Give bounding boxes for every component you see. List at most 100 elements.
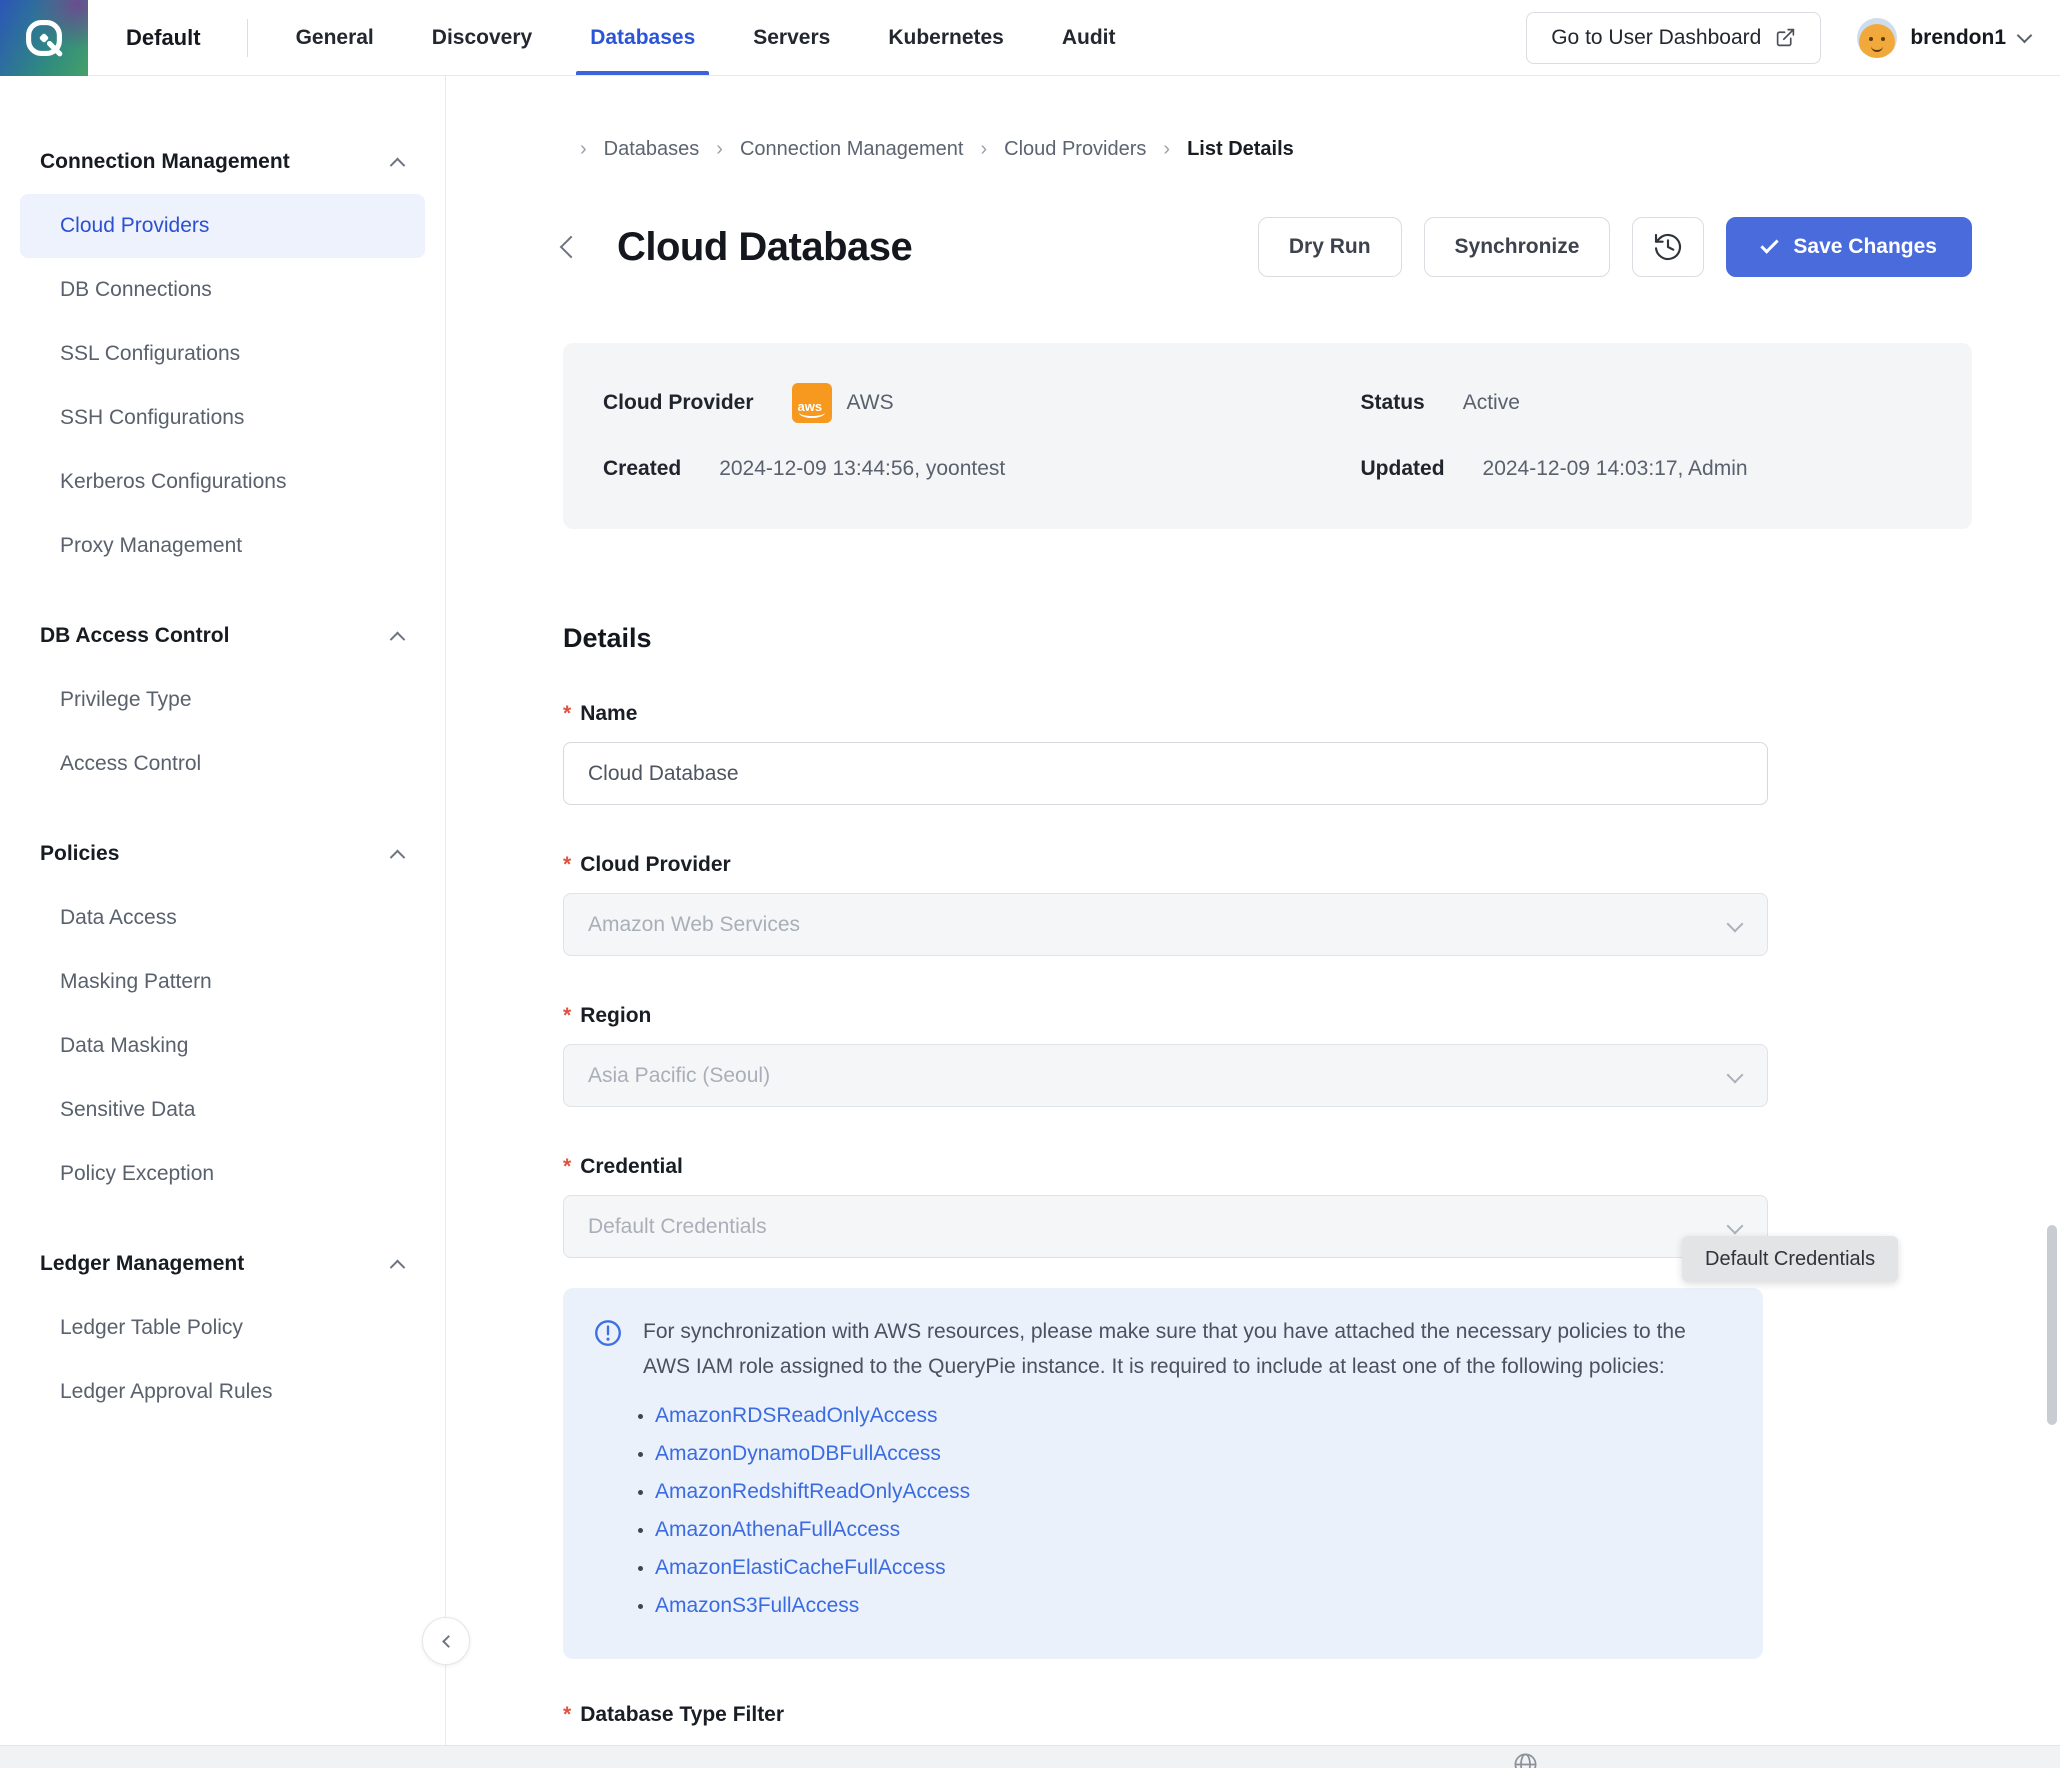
- policy-link[interactable]: AmazonS3FullAccess: [655, 1594, 859, 1617]
- cloud-provider-value: AWS: [847, 391, 894, 415]
- region-field-label: Region: [563, 1004, 1768, 1028]
- sidebar: Connection Management Cloud ProvidersDB …: [0, 76, 446, 1768]
- updated-label: Updated: [1361, 457, 1445, 481]
- go-to-user-dashboard-button[interactable]: Go to User Dashboard: [1526, 12, 1821, 64]
- top-nav-tab[interactable]: Discovery: [432, 0, 532, 75]
- policy-link[interactable]: AmazonDynamoDBFullAccess: [655, 1442, 941, 1465]
- database-type-filter-label: Database Type Filter: [563, 1703, 1768, 1727]
- name-input[interactable]: [563, 742, 1768, 805]
- updated-value: 2024-12-09 14:03:17, Admin: [1483, 457, 1748, 481]
- required-asterisk: [563, 1703, 571, 1727]
- sidebar-collapse-button[interactable]: [422, 1617, 470, 1665]
- sidebar-item[interactable]: Policy Exception: [20, 1142, 425, 1206]
- back-button[interactable]: [563, 223, 603, 271]
- page-header: Cloud Database Dry Run Synchronize Save …: [563, 217, 1972, 277]
- sidebar-item[interactable]: Ledger Table Policy: [20, 1296, 425, 1360]
- credential-select[interactable]: Default Credentials: [563, 1195, 1768, 1258]
- cloud-provider-label: Cloud Provider: [603, 391, 754, 415]
- policy-list: AmazonRDSReadOnlyAccess AmazonDynamoDBFul…: [655, 1397, 1727, 1625]
- history-button[interactable]: [1632, 217, 1704, 277]
- workspace-name: Default: [126, 25, 201, 51]
- sidebar-header-connection-management[interactable]: Connection Management: [0, 130, 445, 194]
- policy-link[interactable]: AmazonRDSReadOnlyAccess: [655, 1404, 937, 1427]
- sidebar-item[interactable]: Sensitive Data: [20, 1078, 425, 1142]
- region-select[interactable]: Asia Pacific (Seoul): [563, 1044, 1768, 1107]
- username: brendon1: [1910, 26, 2006, 50]
- querypie-logo[interactable]: [0, 0, 88, 76]
- sidebar-item[interactable]: Privilege Type: [20, 668, 425, 732]
- created-label: Created: [603, 457, 681, 481]
- cloud-provider-field-label: Cloud Provider: [563, 853, 1768, 877]
- top-nav-tab[interactable]: Databases: [590, 0, 695, 75]
- user-menu[interactable]: brendon1: [1857, 18, 2030, 58]
- breadcrumb-item[interactable]: List Details: [1146, 138, 1293, 161]
- sidebar-section-connection-management: Connection Management Cloud ProvidersDB …: [0, 130, 445, 578]
- save-changes-label: Save Changes: [1793, 235, 1937, 259]
- cloud-provider-select[interactable]: Amazon Web Services: [563, 893, 1768, 956]
- policy-list-item: AmazonDynamoDBFullAccess: [655, 1435, 1727, 1473]
- aws-policy-notice: For synchronization with AWS resources, …: [563, 1288, 1763, 1659]
- top-nav-tabs: General Discovery Databases Servers Kubernet…: [296, 0, 1116, 75]
- breadcrumb-item[interactable]: Connection Management: [699, 138, 963, 161]
- synchronize-button[interactable]: Synchronize: [1424, 217, 1611, 277]
- details-heading: Details: [563, 623, 1972, 654]
- summary-updated: Updated 2024-12-09 14:03:17, Admin: [1361, 449, 1932, 489]
- chevron-up-icon: [390, 157, 406, 173]
- main-content: DatabasesConnection ManagementCloud Prov…: [447, 76, 2060, 1768]
- scrollbar-thumb[interactable]: [2047, 1225, 2057, 1425]
- breadcrumb-item[interactable]: Databases: [563, 138, 699, 161]
- policy-link[interactable]: AmazonAthenaFullAccess: [655, 1518, 900, 1541]
- field-region: Region Asia Pacific (Seoul): [563, 1004, 1768, 1107]
- policy-list-item: AmazonRDSReadOnlyAccess: [655, 1397, 1727, 1435]
- sidebar-item[interactable]: Data Access: [20, 886, 425, 950]
- sidebar-item[interactable]: DB Connections: [20, 258, 425, 322]
- chevron-up-icon: [390, 631, 406, 647]
- breadcrumb-item[interactable]: Cloud Providers: [963, 138, 1146, 161]
- name-label: Name: [563, 702, 1768, 726]
- chevron-down-icon: [1727, 916, 1744, 933]
- required-asterisk: [563, 1004, 571, 1028]
- dry-run-button[interactable]: Dry Run: [1258, 217, 1402, 277]
- top-nav-tab[interactable]: Audit: [1062, 0, 1116, 75]
- sidebar-item[interactable]: Proxy Management: [20, 514, 425, 578]
- required-asterisk: [563, 853, 571, 877]
- field-credential: Credential Default Credentials Default C…: [563, 1155, 1768, 1258]
- chevron-down-icon: [1727, 1218, 1744, 1235]
- footer-bar: [0, 1745, 2060, 1768]
- chevron-left-icon: [442, 1635, 455, 1648]
- sidebar-item[interactable]: SSH Configurations: [20, 386, 425, 450]
- credential-select-value: Default Credentials: [588, 1215, 767, 1239]
- notice-text: For synchronization with AWS resources, …: [643, 1314, 1727, 1384]
- sidebar-header-db-access-control[interactable]: DB Access Control: [0, 604, 445, 668]
- policy-link[interactable]: AmazonElastiCacheFullAccess: [655, 1556, 946, 1579]
- info-icon: [593, 1318, 623, 1384]
- policy-list-item: AmazonRedshiftReadOnlyAccess: [655, 1473, 1727, 1511]
- avatar: [1857, 18, 1897, 58]
- sidebar-section-ledger-management: Ledger Management Ledger Table PolicyLed…: [0, 1232, 445, 1424]
- cloud-provider-select-value: Amazon Web Services: [588, 913, 800, 937]
- save-changes-button[interactable]: Save Changes: [1726, 217, 1972, 277]
- policy-list-item: AmazonS3FullAccess: [655, 1587, 1727, 1625]
- page-actions: Dry Run Synchronize Save Changes: [1258, 217, 1972, 277]
- policy-list-item: AmazonElastiCacheFullAccess: [655, 1549, 1727, 1587]
- policy-link[interactable]: AmazonRedshiftReadOnlyAccess: [655, 1480, 970, 1503]
- dashboard-button-label: Go to User Dashboard: [1551, 26, 1761, 50]
- policy-list-item: AmazonAthenaFullAccess: [655, 1511, 1727, 1549]
- chevron-up-icon: [390, 849, 406, 865]
- sidebar-item[interactable]: Access Control: [20, 732, 425, 796]
- sidebar-item[interactable]: Masking Pattern: [20, 950, 425, 1014]
- sidebar-item[interactable]: Kerberos Configurations: [20, 450, 425, 514]
- top-nav-tab[interactable]: Kubernetes: [888, 0, 1004, 75]
- top-nav-tab[interactable]: General: [296, 0, 374, 75]
- sidebar-header-ledger-management[interactable]: Ledger Management: [0, 1232, 445, 1296]
- sidebar-item[interactable]: SSL Configurations: [20, 322, 425, 386]
- sidebar-header-policies[interactable]: Policies: [0, 822, 445, 886]
- chevron-down-icon: [2017, 28, 2033, 44]
- sidebar-item[interactable]: Cloud Providers: [20, 194, 425, 258]
- required-asterisk: [563, 1155, 571, 1179]
- sidebar-item[interactable]: Data Masking: [20, 1014, 425, 1078]
- chevron-down-icon: [1727, 1067, 1744, 1084]
- top-nav-tab[interactable]: Servers: [753, 0, 830, 75]
- sidebar-item[interactable]: Ledger Approval Rules: [20, 1360, 425, 1424]
- sidebar-section-policies: Policies Data AccessMasking PatternData …: [0, 822, 445, 1206]
